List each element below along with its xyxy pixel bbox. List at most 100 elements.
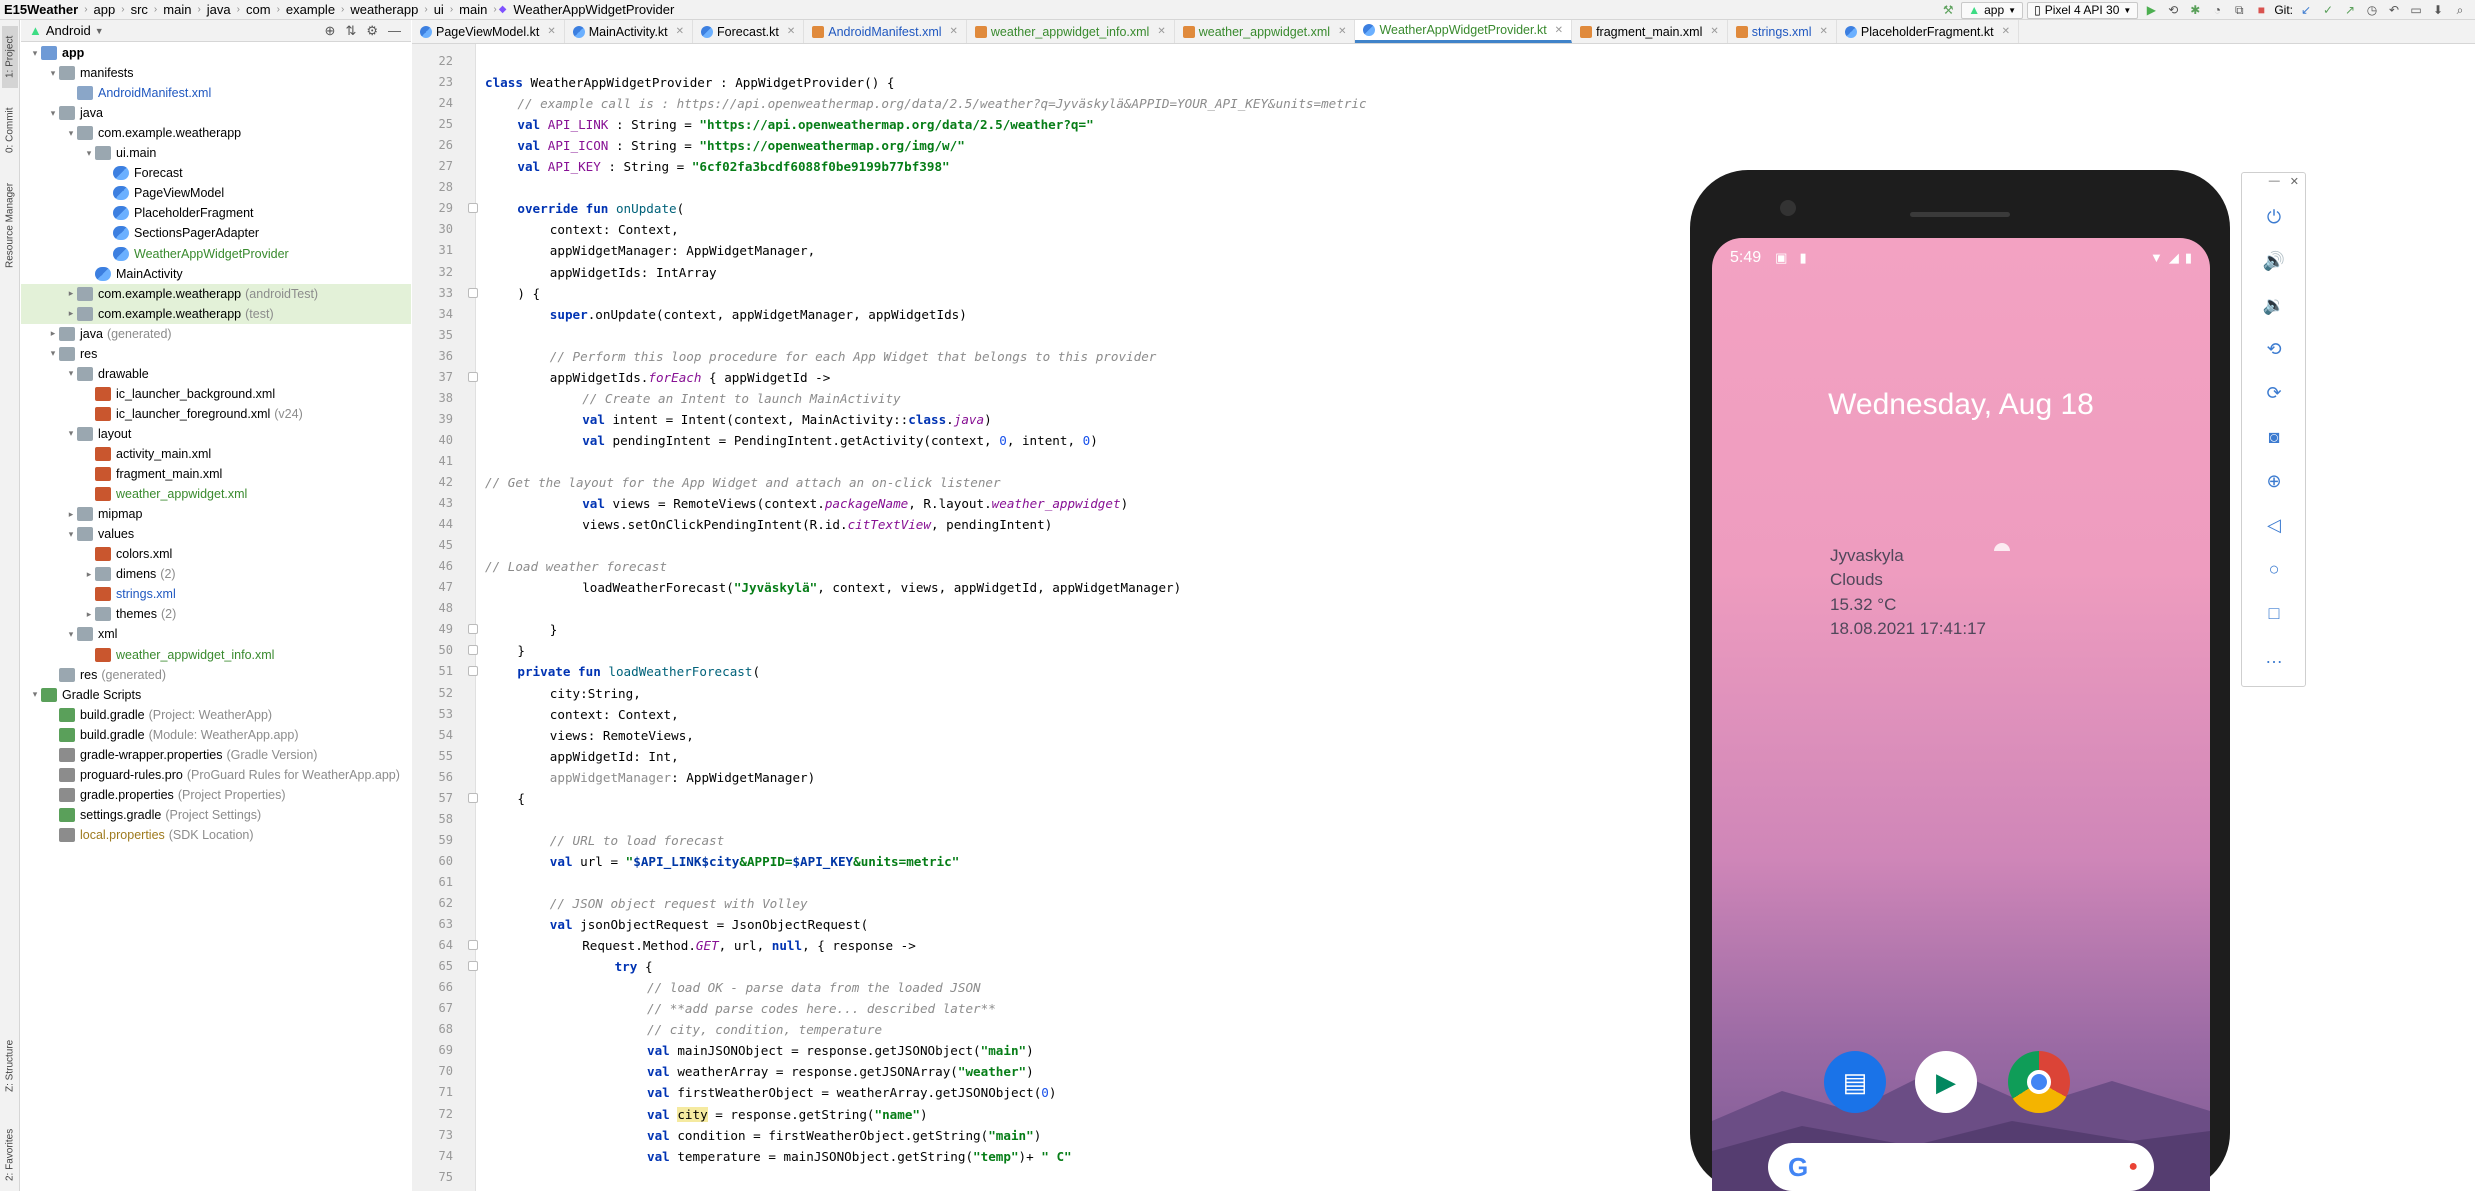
close-tab-icon[interactable]: ✕ bbox=[1819, 26, 1827, 37]
home-icon[interactable]: ○ bbox=[2252, 551, 2296, 587]
close-tab-icon[interactable]: ✕ bbox=[787, 26, 795, 37]
tree-node[interactable]: ▸ dimens (2) bbox=[21, 564, 411, 584]
chevron-right-icon[interactable]: ▸ bbox=[47, 328, 59, 339]
editor-tab[interactable]: weather_appwidget.xml ✕ bbox=[1175, 20, 1356, 43]
chrome-app-icon[interactable] bbox=[2008, 1051, 2070, 1113]
fold-marker-icon[interactable] bbox=[468, 792, 478, 803]
breadcrumb-item[interactable]: app bbox=[90, 2, 120, 17]
tree-node[interactable]: ▸ themes (2) bbox=[21, 604, 411, 624]
tree-node[interactable]: ▾ values bbox=[21, 524, 411, 544]
overview-icon[interactable]: □ bbox=[2252, 595, 2296, 631]
stop-icon[interactable]: ■ bbox=[2252, 2, 2270, 18]
chevron-down-icon[interactable]: ▾ bbox=[47, 348, 59, 359]
fold-marker-icon[interactable] bbox=[468, 645, 478, 656]
editor-tab[interactable]: fragment_main.xml ✕ bbox=[1572, 20, 1728, 43]
chevron-right-icon[interactable]: ▸ bbox=[83, 609, 95, 620]
debug-icon[interactable]: ✱ bbox=[2186, 2, 2204, 18]
tree-node[interactable]: ▾ java bbox=[21, 103, 411, 123]
tree-node[interactable]: ic_launcher_background.xml bbox=[21, 384, 411, 404]
tree-node[interactable]: ▾ layout bbox=[21, 424, 411, 444]
hammer-icon[interactable]: ⚒ bbox=[1939, 2, 1957, 18]
tree-node[interactable]: proguard-rules.pro (ProGuard Rules for We… bbox=[21, 765, 411, 785]
tree-node[interactable]: weather_appwidget.xml bbox=[21, 484, 411, 504]
close-tab-icon[interactable]: ✕ bbox=[2002, 26, 2010, 37]
run-config-selector[interactable]: ▲ app ▼ bbox=[1961, 1, 2024, 19]
microphone-icon[interactable]: ● bbox=[2128, 1158, 2138, 1176]
breadcrumb-item[interactable]: com bbox=[242, 2, 275, 17]
close-tab-icon[interactable]: ✕ bbox=[676, 26, 684, 37]
tree-node[interactable]: settings.gradle (Project Settings) bbox=[21, 805, 411, 825]
chevron-down-icon[interactable]: ▾ bbox=[83, 148, 95, 159]
tree-node[interactable]: ▾ xml bbox=[21, 624, 411, 644]
play-store-app-icon[interactable]: ▶ bbox=[1915, 1051, 1977, 1113]
chevron-down-icon[interactable]: ▾ bbox=[65, 368, 77, 379]
power-icon[interactable]: ⏻ bbox=[2252, 199, 2296, 235]
commit-tool-tab[interactable]: 0: Commit bbox=[2, 100, 18, 160]
editor-tab[interactable]: Forecast.kt ✕ bbox=[693, 20, 805, 43]
tree-node[interactable]: ic_launcher_foreground.xml (v24) bbox=[21, 404, 411, 424]
close-icon[interactable]: ✕ bbox=[2290, 175, 2299, 191]
fold-marker-icon[interactable] bbox=[468, 666, 478, 677]
tree-node[interactable]: activity_main.xml bbox=[21, 444, 411, 464]
locate-icon[interactable]: ⊕ bbox=[325, 23, 336, 39]
tree-node[interactable]: ▸ mipmap bbox=[21, 504, 411, 524]
close-tab-icon[interactable]: ✕ bbox=[950, 26, 958, 37]
tree-node[interactable]: PageViewModel bbox=[21, 183, 411, 203]
chevron-right-icon[interactable]: ▸ bbox=[65, 308, 77, 319]
minimize-icon[interactable]: — bbox=[2269, 175, 2280, 191]
editor-tab[interactable]: PlaceholderFragment.kt ✕ bbox=[1837, 20, 2019, 43]
collapse-all-icon[interactable]: ⇅ bbox=[345, 23, 356, 39]
tree-node[interactable]: Forecast bbox=[21, 163, 411, 183]
avd-manager-icon[interactable]: ▭ bbox=[2407, 2, 2425, 18]
breadcrumb-item[interactable]: main bbox=[159, 2, 195, 17]
camera-icon[interactable]: ◙ bbox=[2252, 419, 2296, 455]
chevron-down-icon[interactable]: ▾ bbox=[29, 48, 41, 59]
google-search-bar[interactable]: G ● bbox=[1768, 1143, 2154, 1191]
breadcrumb-item[interactable]: weatherapp bbox=[346, 2, 422, 17]
phone-screen[interactable]: 5:49 ▣ ▮ ▼ ◢ ▮ Wednesday, Aug 18 Jyvasky… bbox=[1712, 238, 2210, 1191]
rotate-right-icon[interactable]: ⟳ bbox=[2252, 375, 2296, 411]
widget-city[interactable]: Jyvaskyla bbox=[1830, 546, 1904, 566]
favorites-tool-tab[interactable]: 2: Favorites bbox=[2, 1120, 18, 1190]
tree-node[interactable]: ▾ app bbox=[21, 43, 411, 63]
chevron-down-icon[interactable]: ▼ bbox=[95, 26, 104, 36]
fold-marker-icon[interactable] bbox=[468, 371, 478, 382]
apply-changes-icon[interactable]: ⟲ bbox=[2164, 2, 2182, 18]
close-tab-icon[interactable]: ✕ bbox=[1338, 26, 1346, 37]
tree-node[interactable]: ▾ ui.main bbox=[21, 143, 411, 163]
more-icon[interactable]: … bbox=[2252, 639, 2296, 675]
chevron-down-icon[interactable]: ▾ bbox=[65, 529, 77, 540]
editor-tab[interactable]: weather_appwidget_info.xml ✕ bbox=[967, 20, 1175, 43]
fold-marker-icon[interactable] bbox=[468, 961, 478, 972]
chevron-down-icon[interactable]: ▾ bbox=[65, 128, 77, 139]
tree-node[interactable]: ▾ com.example.weatherapp bbox=[21, 123, 411, 143]
tree-node[interactable]: local.properties (SDK Location) bbox=[21, 825, 411, 845]
tree-node[interactable]: MainActivity bbox=[21, 264, 411, 284]
tree-node[interactable]: strings.xml bbox=[21, 584, 411, 604]
resource-manager-tool-tab[interactable]: Resource Manager bbox=[2, 170, 18, 280]
profile-icon[interactable]: ◔ bbox=[2208, 2, 2226, 18]
messages-app-icon[interactable]: ▤ bbox=[1824, 1051, 1886, 1113]
git-commit-icon[interactable]: ✓ bbox=[2319, 2, 2337, 18]
tree-node[interactable]: SectionsPagerAdapter bbox=[21, 223, 411, 243]
device-selector[interactable]: ▯ Pixel 4 API 30 ▼ bbox=[2027, 1, 2139, 19]
git-push-icon[interactable]: ↗ bbox=[2341, 2, 2359, 18]
tree-node[interactable]: res (generated) bbox=[21, 665, 411, 685]
tree-node[interactable]: ▾ drawable bbox=[21, 364, 411, 384]
editor-tab[interactable]: AndroidManifest.xml ✕ bbox=[804, 20, 967, 43]
fold-marker-icon[interactable] bbox=[468, 940, 478, 951]
tree-node[interactable]: WeatherAppWidgetProvider bbox=[21, 244, 411, 264]
tree-node[interactable]: weather_appwidget_info.xml bbox=[21, 645, 411, 665]
fold-marker-icon[interactable] bbox=[468, 203, 478, 214]
sdk-manager-icon[interactable]: ⬇ bbox=[2429, 2, 2447, 18]
tree-node[interactable]: PlaceholderFragment bbox=[21, 203, 411, 223]
editor-tab[interactable]: MainActivity.kt ✕ bbox=[565, 20, 694, 43]
gear-icon[interactable]: ⚙ bbox=[366, 23, 378, 39]
editor-tab[interactable]: PageViewModel.kt ✕ bbox=[412, 20, 565, 43]
tree-node[interactable]: fragment_main.xml bbox=[21, 464, 411, 484]
history-icon[interactable]: ◷ bbox=[2363, 2, 2381, 18]
zoom-icon[interactable]: ⊕ bbox=[2252, 463, 2296, 499]
fold-marker-icon[interactable] bbox=[468, 287, 478, 298]
chevron-down-icon[interactable]: ▾ bbox=[65, 428, 77, 439]
tree-node[interactable]: colors.xml bbox=[21, 544, 411, 564]
